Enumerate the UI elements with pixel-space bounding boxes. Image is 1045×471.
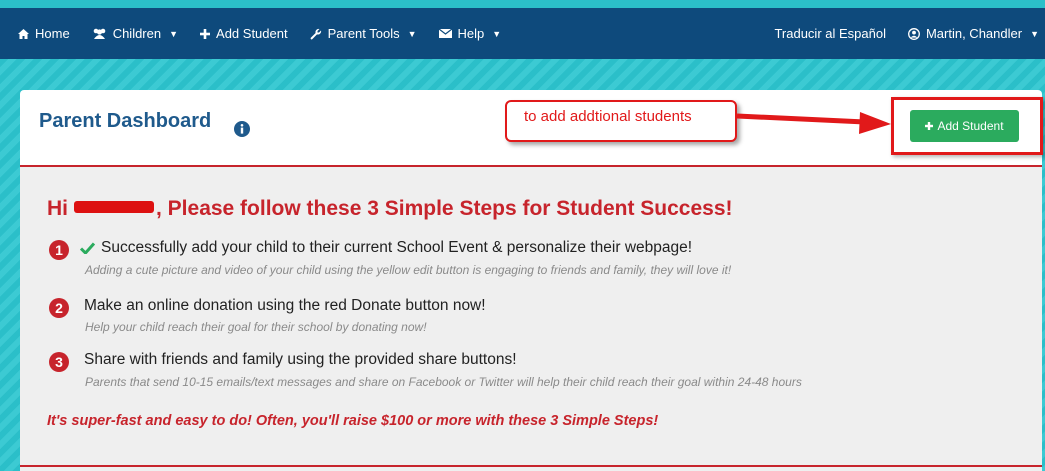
step-1-number: 1 — [49, 240, 69, 260]
nav-parent-tools[interactable]: Parent Tools ▼ — [310, 26, 417, 41]
nav-add-student[interactable]: Add Student — [200, 26, 288, 41]
step-3-subtext: Parents that send 10-15 emails/text mess… — [85, 375, 802, 389]
nav-children-label: Children — [112, 26, 162, 41]
step-1-subtext: Adding a cute picture and video of your … — [85, 263, 732, 277]
top-navbar: Home Children ▼ Add Student Parent Tools… — [0, 8, 1045, 59]
nav-home[interactable]: Home — [18, 26, 70, 41]
step-2-label: Make an online donation using the red Do… — [84, 297, 486, 314]
nav-right-group: Traducir al Español Martin, Chandler ▼ — [774, 8, 1039, 59]
nav-children[interactable]: Children ▼ — [92, 26, 178, 41]
users-icon — [93, 28, 105, 39]
step-1-text: Successfully add your child to their cur… — [80, 239, 692, 257]
nav-user-label: Martin, Chandler — [925, 26, 1023, 41]
nav-home-label: Home — [35, 26, 70, 41]
bottom-divider — [20, 465, 1042, 467]
nav-translate-label: Traducir al Español — [774, 26, 886, 41]
nav-user-menu[interactable]: Martin, Chandler ▼ — [908, 26, 1039, 41]
step-3-text: Share with friends and family using the … — [84, 351, 517, 369]
user-circle-icon — [908, 27, 920, 40]
step-2-text: Make an online donation using the red Do… — [84, 297, 486, 315]
annotation-text: to add addtional students — [524, 108, 692, 125]
check-icon — [80, 242, 95, 254]
plus-icon — [200, 28, 211, 39]
chevron-down-icon: ▼ — [407, 28, 417, 39]
page-title: Parent Dashboard — [39, 110, 212, 132]
step-2-subtext: Help your child reach their goal for the… — [85, 320, 427, 334]
plus-icon — [925, 122, 934, 130]
nav-help-label: Help — [457, 26, 485, 41]
step-2-number: 2 — [49, 298, 69, 318]
greeting-prefix: Hi — [47, 197, 68, 220]
closing-message: It's super-fast and easy to do! Often, y… — [47, 413, 659, 429]
greeting-heading: Hi , Please follow these 3 Simple Steps f… — [47, 197, 733, 221]
info-icon[interactable] — [234, 121, 250, 137]
nav-left-group: Home Children ▼ Add Student Parent Tools… — [18, 8, 501, 59]
chevron-down-icon: ▼ — [169, 28, 179, 39]
nav-help[interactable]: Help ▼ — [438, 26, 502, 41]
chevron-down-icon: ▼ — [1030, 28, 1039, 39]
nav-parent-tools-label: Parent Tools — [327, 26, 400, 41]
add-student-button[interactable]: Add Student — [910, 110, 1019, 142]
greeting-suffix: , Please follow these 3 Simple Steps for… — [156, 197, 733, 220]
add-student-button-label: Add Student — [937, 119, 1004, 133]
nav-translate-link[interactable]: Traducir al Español — [774, 26, 886, 41]
wrench-icon — [310, 28, 321, 39]
step-3-number: 3 — [49, 352, 69, 372]
envelope-icon — [438, 29, 452, 38]
step-1-label: Successfully add your child to their cur… — [101, 239, 693, 256]
annotation-arrow-icon — [736, 112, 891, 134]
nav-add-student-label: Add Student — [216, 26, 288, 41]
annotation-callout: to add addtional students — [505, 100, 737, 142]
step-3-label: Share with friends and family using the … — [84, 351, 517, 368]
home-icon — [18, 28, 29, 39]
chevron-down-icon: ▼ — [492, 28, 502, 39]
redacted-name — [74, 201, 154, 214]
